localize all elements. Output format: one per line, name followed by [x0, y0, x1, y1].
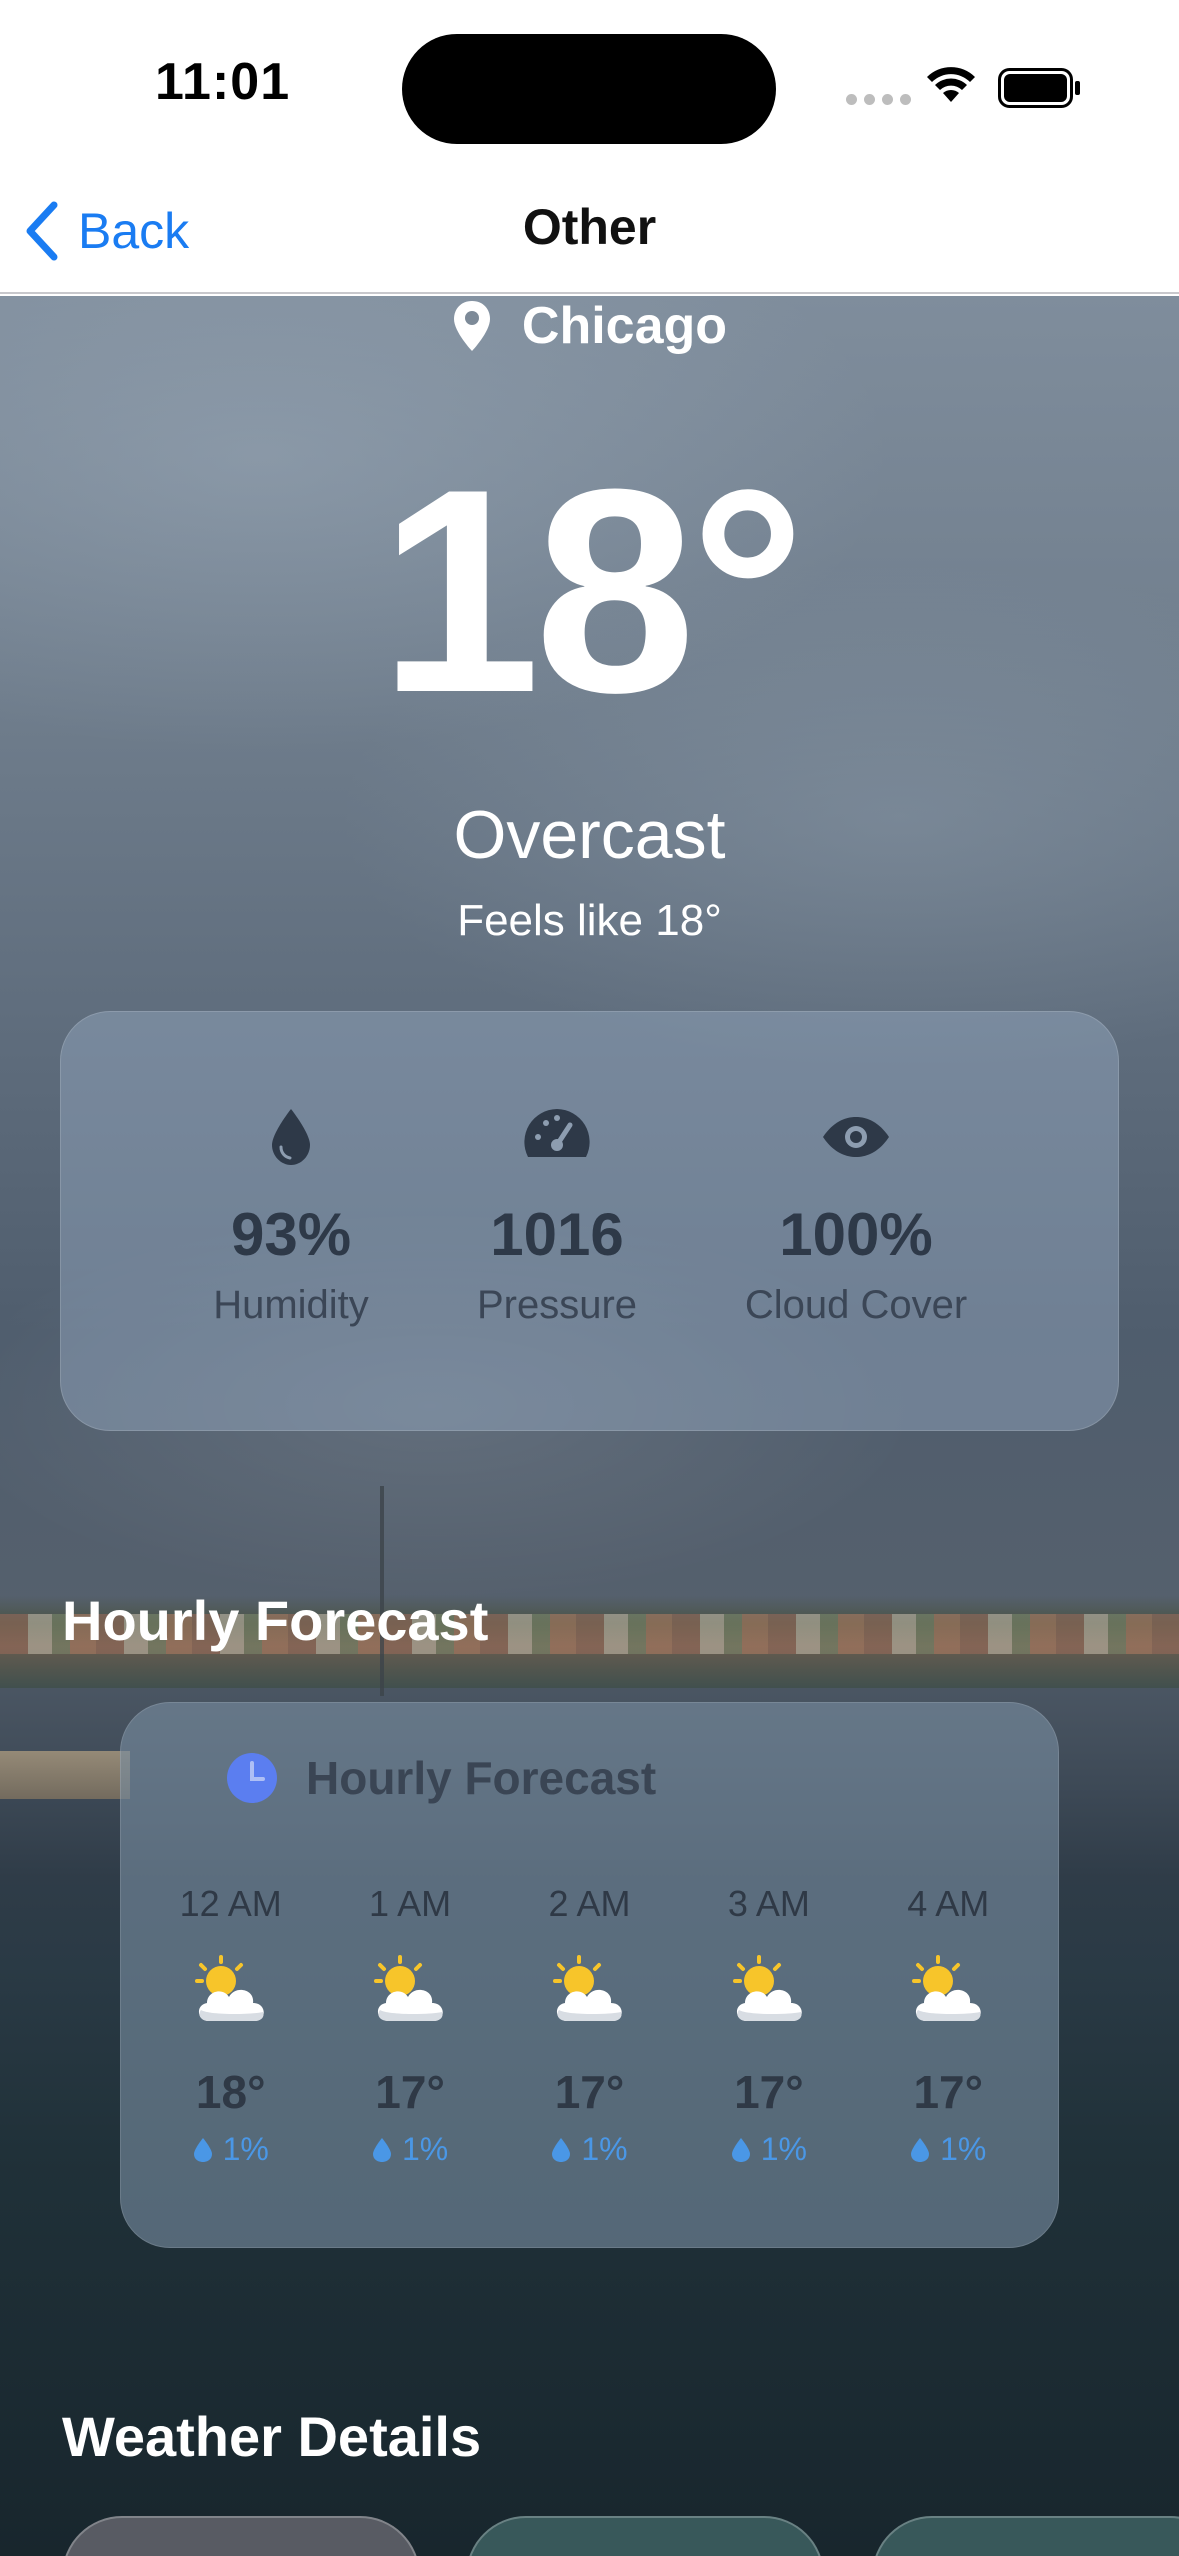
hour-time: 2 AM [548, 1883, 631, 1924]
hour-precip-value: 1% [760, 2131, 807, 2167]
hour-time: 4 AM [907, 1883, 990, 1924]
hour-temp: 18° [195, 2066, 266, 2118]
hour-precip: 1% [325, 2131, 495, 2168]
battery-icon [998, 68, 1080, 108]
stat-humidity: 93% Humidity [141, 1102, 441, 1328]
stat-label: Humidity [213, 1283, 369, 1327]
hour-precip: 1% [684, 2131, 854, 2168]
city-name: Chicago [521, 297, 728, 355]
wifi-icon [927, 67, 975, 102]
droplet-icon [272, 1109, 310, 1165]
cellular-signal-icon [846, 94, 911, 105]
clock-icon [227, 1753, 277, 1803]
stat-value: 100% [779, 1201, 933, 1268]
hour-precip-value: 1% [940, 2131, 987, 2167]
hourly-card-header: Hourly Forecast [226, 1751, 656, 1805]
hour-precip: 1% [146, 2131, 316, 2168]
stat-label: Pressure [476, 1283, 638, 1327]
hour-item: 4 AM 17° 1% [863, 1883, 1033, 2168]
weather-condition: Overcast [453, 797, 726, 873]
hour-item: 2 AM 17° 1% [504, 1883, 674, 2168]
stat-pressure: 1016 Pressure [407, 1102, 707, 1328]
status-time: 11:01 [155, 53, 291, 111]
partly-cloudy-icon [553, 1955, 623, 2021]
hourly-section-title: Hourly Forecast [62, 1589, 489, 1652]
hour-precip-value: 1% [581, 2131, 628, 2167]
hour-precip: 1% [863, 2131, 1033, 2168]
hour-temp: 17° [375, 2066, 445, 2118]
background-beach [0, 1751, 130, 1799]
hour-temp: 17° [913, 2066, 984, 2118]
droplet-icon [552, 2137, 571, 2162]
status-bar: 11:01 [0, 0, 1179, 176]
droplet-icon [731, 2137, 750, 2162]
hour-precip-value: 1% [401, 2131, 449, 2167]
hourly-card-title: Hourly Forecast [306, 1752, 657, 1804]
detail-card[interactable] [466, 2516, 824, 2556]
hour-time: 3 AM [727, 1883, 810, 1924]
detail-card[interactable] [62, 2516, 420, 2556]
stat-cloud-cover: 100% Cloud Cover [706, 1102, 1006, 1328]
hour-item: 3 AM 17° 1% [684, 1883, 854, 2168]
hour-time: 12 AM [179, 1883, 282, 1924]
partly-cloudy-icon [912, 1955, 982, 2021]
partly-cloudy-icon [732, 1955, 802, 2021]
hour-precip-value: 1% [222, 2131, 269, 2167]
weather-details-cards [0, 2516, 1179, 2556]
droplet-icon [193, 2137, 212, 2162]
weather-view[interactable]: Chicago 18° Overcast Feels like 18° 93% … [0, 296, 1179, 2556]
gauge-icon [524, 1109, 590, 1157]
partly-cloudy-icon [194, 1955, 264, 2021]
droplet-icon [911, 2137, 930, 2162]
details-section-title: Weather Details [62, 2405, 482, 2468]
feels-like: Feels like 18° [457, 896, 722, 945]
location-header: Chicago [0, 296, 1179, 356]
hour-temp: 17° [554, 2066, 625, 2118]
page-title: Other [522, 199, 657, 255]
stat-value: 1016 [490, 1201, 624, 1268]
hourly-list[interactable]: 12 AM 18° 1% 1 AM 17° 1% 2 AM 17° 1% 3 A… [141, 1883, 1038, 2168]
hour-temp: 17° [734, 2066, 804, 2118]
location-pin-icon [453, 301, 490, 351]
weather-stats-card: 93% Humidity 1016 Pressure 100% Cloud Co… [60, 1011, 1119, 1431]
eye-icon [823, 1117, 889, 1157]
partly-cloudy-icon [374, 1955, 443, 2021]
dynamic-island [402, 34, 776, 144]
hourly-forecast-card[interactable]: Hourly Forecast 12 AM 18° 1% 1 AM 17° 1%… [120, 1702, 1059, 2248]
current-temperature: 18° [379, 429, 806, 753]
hour-precip: 1% [504, 2131, 674, 2168]
stat-label: Cloud Cover [744, 1283, 968, 1327]
hour-time: 1 AM [369, 1883, 452, 1924]
hour-item: 1 AM 17° 1% [325, 1883, 495, 2168]
navigation-bar: Back Other [0, 176, 1179, 294]
droplet-icon [372, 2137, 391, 2162]
stat-value: 93% [230, 1201, 352, 1268]
hour-item: 12 AM 18° 1% [146, 1883, 316, 2168]
detail-card[interactable] [872, 2516, 1179, 2556]
